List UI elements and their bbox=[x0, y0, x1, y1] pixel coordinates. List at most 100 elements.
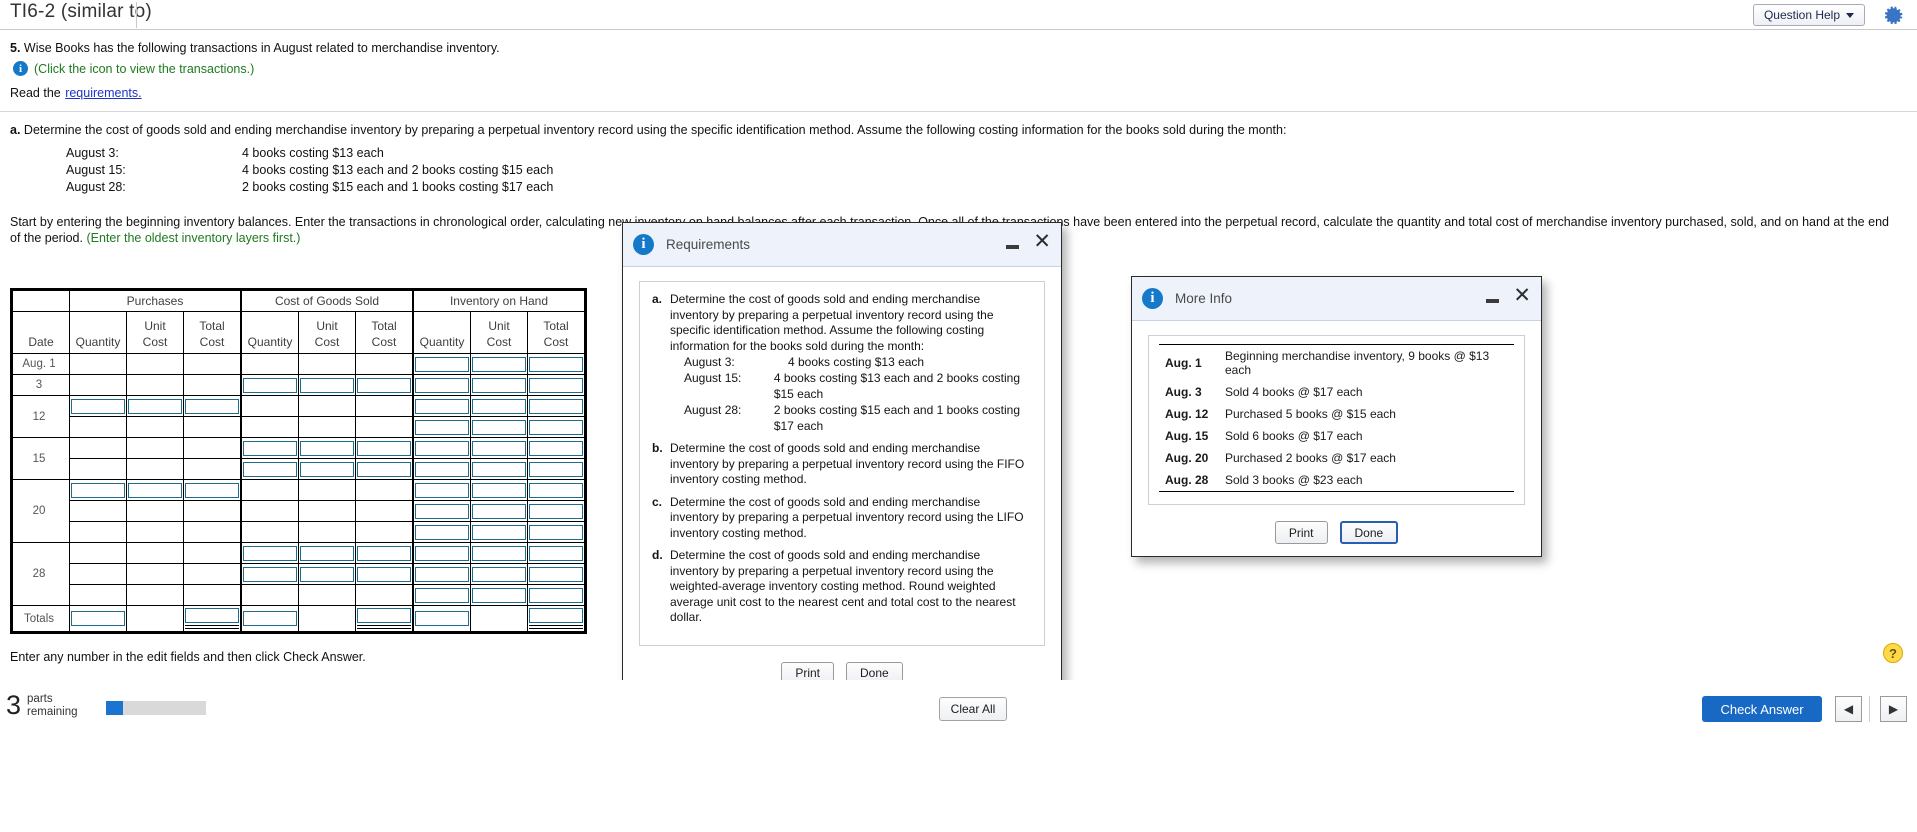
cell-onhand-total-cost[interactable] bbox=[527, 437, 585, 459]
cell-cogs-quantity[interactable] bbox=[240, 563, 299, 585]
cell-onhand-unit-cost[interactable] bbox=[470, 542, 528, 564]
cell-onhand-total-cost[interactable] bbox=[527, 584, 585, 606]
gear-icon[interactable] bbox=[1883, 4, 1907, 28]
totals-onhand-total-cost-input[interactable] bbox=[529, 608, 583, 623]
onhand-total-cost-input[interactable] bbox=[529, 356, 583, 372]
cell-onhand-unit-cost[interactable] bbox=[470, 563, 528, 585]
onhand-unit-cost-input[interactable] bbox=[472, 419, 526, 435]
cell-onhand-quantity[interactable] bbox=[412, 395, 471, 417]
cell-onhand-quantity[interactable] bbox=[412, 584, 471, 606]
onhand-quantity-input[interactable] bbox=[415, 482, 469, 498]
cell-onhand-quantity[interactable] bbox=[412, 353, 471, 375]
cell-onhand-quantity[interactable] bbox=[412, 542, 471, 564]
cell-onhand-total-cost[interactable] bbox=[527, 353, 585, 375]
purchases-unit-cost-input[interactable] bbox=[128, 398, 182, 414]
cell-purchases-unit-cost[interactable] bbox=[126, 395, 184, 417]
totals-cogs-quantity-input[interactable] bbox=[243, 611, 297, 626]
purchases-total-cost-input[interactable] bbox=[185, 482, 239, 498]
cell-cogs-unit-cost[interactable] bbox=[298, 563, 356, 585]
clear-all-button[interactable]: Clear All bbox=[939, 697, 1007, 721]
cell-purchases-quantity[interactable] bbox=[69, 395, 127, 417]
cell-onhand-quantity[interactable] bbox=[412, 479, 471, 501]
cell-onhand-quantity[interactable] bbox=[412, 500, 471, 522]
cell-onhand-unit-cost[interactable] bbox=[470, 458, 528, 480]
cell-onhand-unit-cost[interactable] bbox=[470, 353, 528, 375]
cogs-quantity-input[interactable] bbox=[243, 545, 297, 561]
purchases-unit-cost-input[interactable] bbox=[128, 482, 182, 498]
cell-onhand-quantity[interactable] bbox=[412, 458, 471, 480]
cogs-unit-cost-input[interactable] bbox=[300, 461, 354, 477]
cell-onhand-total-cost[interactable] bbox=[527, 374, 585, 396]
purchases-quantity-input[interactable] bbox=[71, 482, 125, 498]
previous-question-button[interactable]: ◀ bbox=[1835, 696, 1862, 722]
onhand-quantity-input[interactable] bbox=[415, 377, 469, 393]
onhand-unit-cost-input[interactable] bbox=[472, 503, 526, 519]
onhand-unit-cost-input[interactable] bbox=[472, 440, 526, 456]
cell-cogs-quantity[interactable] bbox=[240, 458, 299, 480]
cell-purchases-total-cost[interactable] bbox=[183, 479, 242, 501]
cell-cogs-total-cost[interactable] bbox=[355, 437, 414, 459]
cell-onhand-unit-cost[interactable] bbox=[470, 479, 528, 501]
totals-onhand-quantity-input[interactable] bbox=[415, 611, 469, 626]
cell-onhand-unit-cost[interactable] bbox=[470, 437, 528, 459]
question-help-button[interactable]: Question Help bbox=[1753, 4, 1865, 26]
cell-purchases-quantity[interactable] bbox=[69, 479, 127, 501]
onhand-quantity-input[interactable] bbox=[415, 356, 469, 372]
cell-cogs-total-cost[interactable] bbox=[355, 542, 414, 564]
cell-onhand-unit-cost[interactable] bbox=[470, 395, 528, 417]
cell-purchases-total-cost[interactable] bbox=[183, 395, 242, 417]
cell-cogs-quantity[interactable] bbox=[240, 437, 299, 459]
close-icon[interactable]: ✕ bbox=[1033, 231, 1051, 252]
cell-onhand-total-cost[interactable] bbox=[527, 479, 585, 501]
cell-onhand-unit-cost[interactable] bbox=[470, 584, 528, 606]
check-answer-button[interactable]: Check Answer bbox=[1702, 696, 1822, 722]
cell-cogs-unit-cost[interactable] bbox=[298, 542, 356, 564]
onhand-unit-cost-input[interactable] bbox=[472, 461, 526, 477]
cell-onhand-total-cost[interactable] bbox=[527, 500, 585, 522]
more-info-done-button[interactable]: Done bbox=[1339, 521, 1399, 544]
cell-purchases-unit-cost[interactable] bbox=[126, 479, 184, 501]
cell-onhand-quantity[interactable] bbox=[412, 563, 471, 585]
onhand-quantity-input[interactable] bbox=[415, 440, 469, 456]
cell-onhand-quantity[interactable] bbox=[412, 416, 471, 438]
onhand-quantity-input[interactable] bbox=[415, 524, 469, 540]
onhand-unit-cost-input[interactable] bbox=[472, 587, 526, 603]
cell-cogs-unit-cost[interactable] bbox=[298, 437, 356, 459]
onhand-quantity-input[interactable] bbox=[415, 461, 469, 477]
onhand-total-cost-input[interactable] bbox=[529, 461, 583, 477]
onhand-unit-cost-input[interactable] bbox=[472, 356, 526, 372]
onhand-total-cost-input[interactable] bbox=[529, 587, 583, 603]
onhand-total-cost-input[interactable] bbox=[529, 440, 583, 456]
close-icon[interactable]: ✕ bbox=[1513, 285, 1531, 306]
onhand-total-cost-input[interactable] bbox=[529, 482, 583, 498]
minimize-icon[interactable] bbox=[1486, 298, 1500, 303]
purchases-quantity-input[interactable] bbox=[71, 398, 125, 414]
cell-cogs-unit-cost[interactable] bbox=[298, 374, 356, 396]
cell-onhand-quantity[interactable] bbox=[412, 437, 471, 459]
cogs-unit-cost-input[interactable] bbox=[300, 440, 354, 456]
cogs-unit-cost-input[interactable] bbox=[300, 545, 354, 561]
cell-onhand-quantity[interactable] bbox=[412, 374, 471, 396]
cell-onhand-quantity[interactable] bbox=[412, 521, 471, 543]
onhand-quantity-input[interactable] bbox=[415, 545, 469, 561]
minimize-icon[interactable] bbox=[1006, 244, 1020, 249]
cell-onhand-total-cost[interactable] bbox=[527, 563, 585, 585]
cell-onhand-total-cost[interactable] bbox=[527, 395, 585, 417]
cogs-total-cost-input[interactable] bbox=[357, 440, 411, 456]
cell-onhand-total-cost[interactable] bbox=[527, 521, 585, 543]
cogs-quantity-input[interactable] bbox=[243, 566, 297, 582]
onhand-unit-cost-input[interactable] bbox=[472, 545, 526, 561]
cell-cogs-quantity[interactable] bbox=[240, 374, 299, 396]
onhand-total-cost-input[interactable] bbox=[529, 566, 583, 582]
totals-purchases-total-cost-input[interactable] bbox=[185, 608, 239, 623]
help-icon[interactable]: ? bbox=[1883, 643, 1903, 663]
next-question-button[interactable]: ▶ bbox=[1880, 696, 1907, 722]
cell-onhand-unit-cost[interactable] bbox=[470, 416, 528, 438]
onhand-total-cost-input[interactable] bbox=[529, 377, 583, 393]
cogs-quantity-input[interactable] bbox=[243, 377, 297, 393]
onhand-quantity-input[interactable] bbox=[415, 587, 469, 603]
cogs-quantity-input[interactable] bbox=[243, 440, 297, 456]
onhand-unit-cost-input[interactable] bbox=[472, 566, 526, 582]
onhand-unit-cost-input[interactable] bbox=[472, 377, 526, 393]
cell-onhand-total-cost[interactable] bbox=[527, 458, 585, 480]
